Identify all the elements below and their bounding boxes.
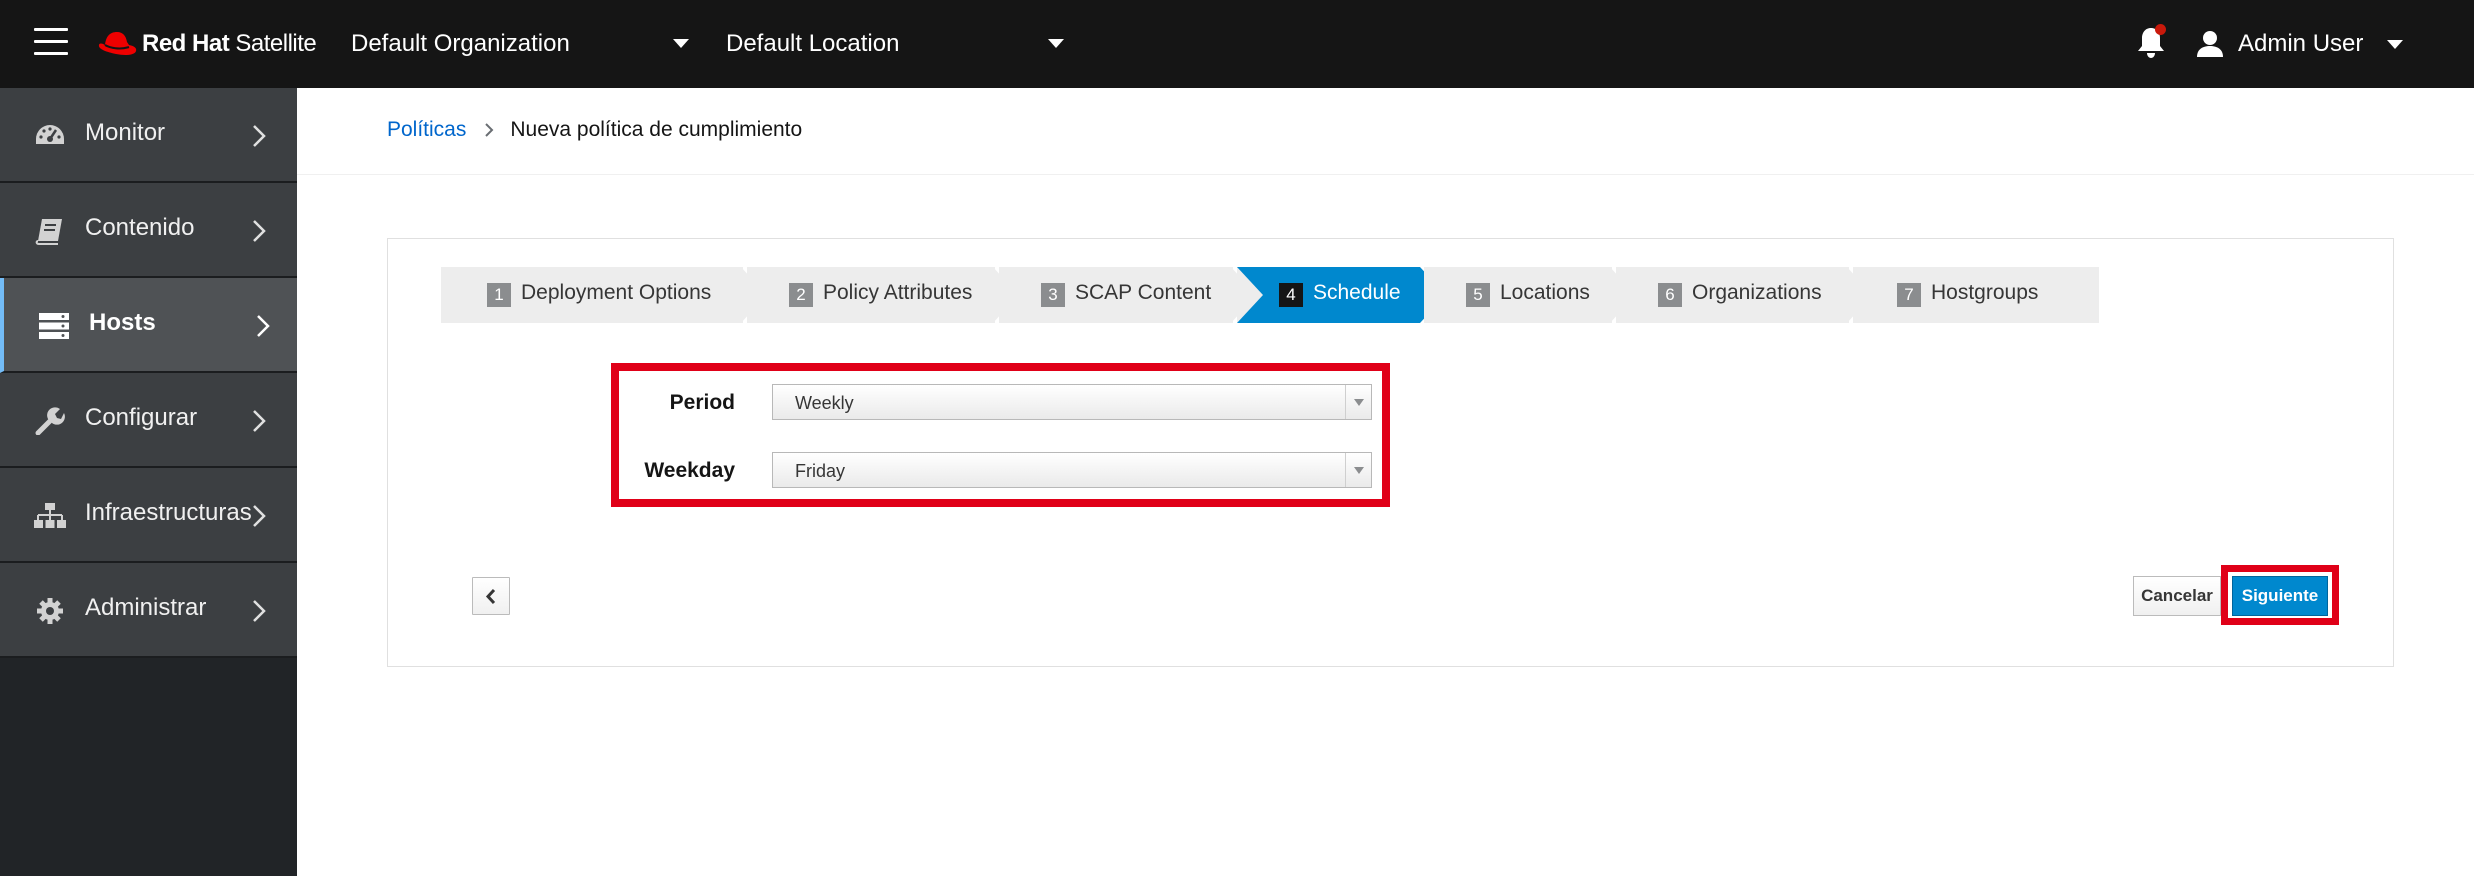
chevron-right-icon xyxy=(253,220,266,242)
brand-name: Red Hat Satellite xyxy=(142,30,317,57)
step-number: 5 xyxy=(1466,283,1490,307)
step-label: Hostgroups xyxy=(1931,281,2039,304)
step-number: 7 xyxy=(1897,283,1921,307)
sidebar-item-administrar[interactable]: Administrar xyxy=(0,563,297,658)
cancel-button[interactable]: Cancelar xyxy=(2133,576,2221,616)
step-label: Policy Attributes xyxy=(823,281,973,304)
step-label: Locations xyxy=(1500,281,1590,304)
step-label: Organizations xyxy=(1692,281,1822,304)
organization-selector[interactable]: Default Organization xyxy=(351,22,691,66)
step-number: 1 xyxy=(487,283,511,307)
wizard-step-locations[interactable]: 5 Locations xyxy=(1424,267,1640,323)
location-label: Default Location xyxy=(726,30,900,57)
wizard-step-hostgroups[interactable]: 7 Hostgroups xyxy=(1853,267,2099,323)
step-label: Deployment Options xyxy=(521,281,712,304)
step-number: 3 xyxy=(1041,283,1065,307)
step-number: 4 xyxy=(1279,283,1303,307)
sidebar-item-contenido[interactable]: Contenido xyxy=(0,183,297,278)
sidebar-item-label: Administrar xyxy=(85,594,207,621)
sidebar-item-label: Infraestructuras xyxy=(85,499,252,526)
period-label: Period xyxy=(669,391,735,414)
step-number: 6 xyxy=(1658,283,1682,307)
sidebar-item-label: Monitor xyxy=(85,119,166,146)
period-select[interactable]: Weekly xyxy=(772,384,1372,420)
user-menu[interactable]: Admin User xyxy=(2196,22,2404,66)
chevron-right-icon xyxy=(485,123,494,137)
wizard-step-deployment-options[interactable]: 1 Deployment Options xyxy=(441,267,771,323)
hamburger-menu-icon[interactable] xyxy=(34,28,68,56)
period-value: Weekly xyxy=(795,393,854,413)
breadcrumb: Políticas Nueva política de cumplimiento xyxy=(387,118,802,142)
book-icon xyxy=(35,219,62,245)
breadcrumb-current: Nueva política de cumplimiento xyxy=(510,118,803,141)
chevron-right-icon xyxy=(253,410,266,432)
cog-icon xyxy=(37,598,63,624)
next-button[interactable]: Siguiente xyxy=(2232,576,2328,616)
user-name: Admin User xyxy=(2238,30,2364,57)
location-selector[interactable]: Default Location xyxy=(726,22,1066,66)
caret-down-icon xyxy=(673,39,689,48)
back-button[interactable] xyxy=(472,577,510,615)
caret-down-icon xyxy=(1345,453,1371,487)
chevron-right-icon xyxy=(253,505,266,527)
breadcrumb-link-politicas[interactable]: Políticas xyxy=(387,118,466,142)
sidebar-item-infraestructuras[interactable]: Infraestructuras xyxy=(0,468,297,563)
chevron-right-icon xyxy=(253,600,266,622)
brand-logo[interactable]: Red Hat Satellite xyxy=(96,22,317,66)
sidebar-item-configurar[interactable]: Configurar xyxy=(0,373,297,468)
wizard-step-policy-attributes[interactable]: 2 Policy Attributes xyxy=(747,267,1023,323)
organization-label: Default Organization xyxy=(351,30,570,57)
user-icon xyxy=(2197,31,2223,57)
chevron-right-icon xyxy=(253,125,266,147)
masthead: Red Hat Satellite Default Organization D… xyxy=(0,0,2474,88)
weekday-label: Weekday xyxy=(644,459,735,482)
sidebar-item-label: Hosts xyxy=(89,309,156,336)
sidebar-item-monitor[interactable]: Monitor xyxy=(0,88,297,183)
chevron-right-icon xyxy=(257,315,270,337)
sidebar-item-label: Contenido xyxy=(85,214,195,241)
caret-down-icon xyxy=(2387,39,2404,49)
wizard-step-schedule[interactable]: 4 Schedule xyxy=(1237,267,1446,323)
dashboard-icon xyxy=(36,125,64,144)
sidebar-item-label: Configurar xyxy=(85,404,198,431)
weekday-value: Friday xyxy=(795,461,846,481)
sidebar: Monitor Contenido Hosts Configurar Infra… xyxy=(0,88,297,876)
step-label: Schedule xyxy=(1313,281,1401,304)
step-number: 2 xyxy=(789,283,813,307)
notification-dot xyxy=(2155,24,2166,35)
sitemap-icon xyxy=(34,503,66,528)
weekday-select[interactable]: Friday xyxy=(772,452,1372,488)
wrench-icon xyxy=(35,407,65,435)
caret-down-icon xyxy=(1048,39,1064,48)
caret-down-icon xyxy=(1345,385,1371,419)
step-label: SCAP Content xyxy=(1075,281,1212,304)
divider xyxy=(297,174,2474,175)
wizard-step-organizations[interactable]: 6 Organizations xyxy=(1616,267,1877,323)
sidebar-item-hosts[interactable]: Hosts xyxy=(0,278,297,373)
wizard-step-scap-content[interactable]: 3 SCAP Content xyxy=(999,267,1261,323)
chevron-left-icon xyxy=(485,588,496,605)
red-hat-logo-icon xyxy=(98,32,137,55)
step-notch xyxy=(1237,267,1263,323)
server-icon xyxy=(39,313,69,339)
